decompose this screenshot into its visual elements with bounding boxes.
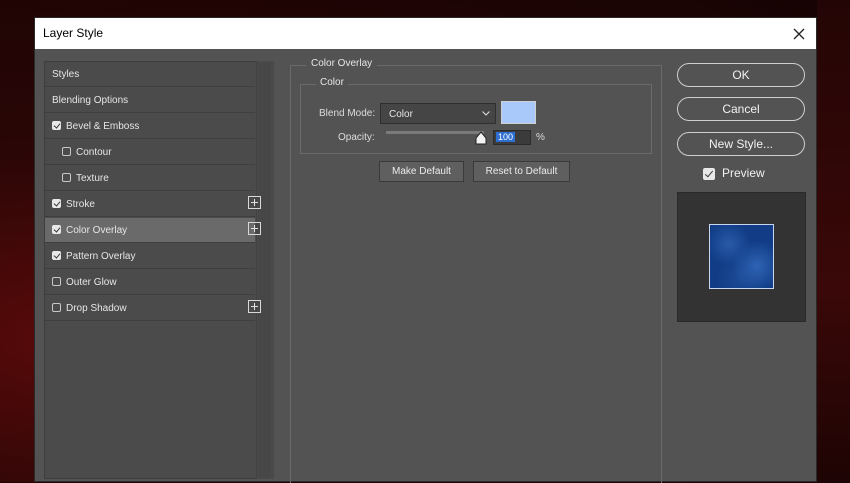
style-checkbox[interactable] [62,147,71,156]
style-item-contour[interactable]: Contour [45,140,255,165]
color-subgroup-title: Color [316,77,348,88]
style-item-pattern-overlay[interactable]: Pattern Overlay [45,244,255,269]
reset-to-default-button[interactable]: Reset to Default [473,161,570,182]
blend-mode-select[interactable]: Color [380,103,496,124]
preview-checkbox[interactable] [703,168,715,180]
add-effect-icon[interactable] [248,300,261,313]
style-item-stroke[interactable]: Stroke [45,192,261,217]
add-effect-icon[interactable] [248,222,261,235]
add-effect-icon[interactable] [248,196,261,209]
style-item-label: Drop Shadow [66,303,127,314]
scrollbar-thumb[interactable] [258,63,271,477]
style-item-label: Outer Glow [66,277,117,288]
preview-label: Preview [722,166,765,180]
style-checkbox[interactable] [52,225,61,234]
blend-mode-value: Color [389,109,413,120]
make-default-button[interactable]: Make Default [379,161,464,182]
opacity-label: Opacity: [338,132,375,143]
preview-thumbnail [709,224,774,289]
opacity-input[interactable]: 100 [493,130,531,145]
style-item-texture[interactable]: Texture [45,166,255,191]
style-item-label: Stroke [66,199,95,210]
style-item-label: Color Overlay [66,225,128,236]
style-item-label: Texture [76,173,109,184]
style-item-color-overlay[interactable]: Color Overlay [45,218,261,243]
style-checkbox[interactable] [52,251,61,260]
style-item-label: Contour [76,147,112,158]
opacity-unit: % [536,132,545,143]
style-item-blending-options[interactable]: Blending Options [45,88,255,113]
background-right [817,0,850,482]
style-checkbox[interactable] [52,303,61,312]
style-item-label: Blending Options [52,95,129,106]
ok-button[interactable]: OK [677,63,805,87]
chevron-down-icon [482,111,490,116]
style-item-bevel-emboss[interactable]: Bevel & Emboss [45,114,255,139]
style-checkbox[interactable] [52,277,61,286]
style-item-outer-glow[interactable]: Outer Glow [45,270,255,295]
opacity-slider-thumb[interactable] [475,131,487,145]
style-item-label: Styles [52,69,80,80]
cancel-button[interactable]: Cancel [677,97,805,121]
style-item-drop-shadow[interactable]: Drop Shadow [45,296,261,321]
color-overlay-group-title: Color Overlay [306,58,378,69]
style-checkbox[interactable] [52,199,61,208]
overlay-color-swatch[interactable] [501,101,536,124]
new-style-button[interactable]: New Style... [677,132,805,156]
style-item-label: Bevel & Emboss [66,121,140,132]
style-checkbox[interactable] [62,173,71,182]
style-checkbox[interactable] [52,121,61,130]
opacity-slider-track[interactable] [386,131,484,134]
opacity-value: 100 [496,132,516,142]
blend-mode-label: Blend Mode: [319,108,376,119]
style-item-styles[interactable]: Styles [45,62,255,87]
style-item-label: Pattern Overlay [66,251,136,262]
